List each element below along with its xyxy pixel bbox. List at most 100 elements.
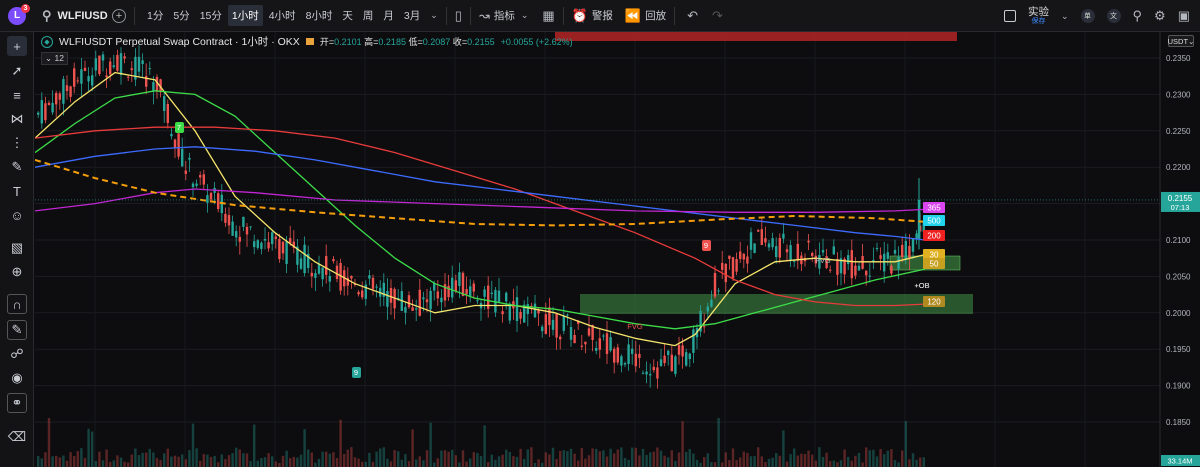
- candle-body: [677, 344, 681, 355]
- currency-selector[interactable]: USDT ⌄: [1168, 35, 1194, 47]
- symbol-search[interactable]: ⚲ WLFIUSD: [42, 8, 108, 24]
- volume-bar: [202, 454, 205, 467]
- quick-search-icon[interactable]: ⚲: [1133, 8, 1143, 24]
- candle-body: [562, 315, 565, 331]
- timeframe-1[interactable]: 5分: [169, 5, 193, 26]
- volume-bar: [389, 461, 393, 467]
- experiment-button[interactable]: 实验 保存: [1028, 7, 1049, 26]
- alert-button[interactable]: ⏰ 警报: [572, 8, 613, 24]
- user-avatar[interactable]: L 3: [8, 3, 30, 25]
- volume-bar: [775, 453, 778, 467]
- crosshair-icon[interactable]: +: [7, 36, 27, 56]
- candle-body: [335, 265, 339, 279]
- zoom-in-icon[interactable]: ⊕: [7, 262, 27, 282]
- trend-line-icon[interactable]: ➚: [7, 61, 27, 81]
- settings-gear-icon[interactable]: ⚙: [1154, 8, 1166, 24]
- volume-bar: [533, 462, 537, 467]
- candle-body: [47, 102, 51, 105]
- single-toggle[interactable]: 单: [1080, 9, 1095, 23]
- snapshot-camera-icon[interactable]: ▣: [1178, 8, 1190, 24]
- price-chart[interactable]: 0.23500.23000.22500.22000.21500.21000.20…: [35, 32, 1200, 467]
- text-toggle[interactable]: 文: [1106, 9, 1121, 23]
- volume-bar: [569, 448, 573, 467]
- horizontal-lines-icon[interactable]: ≡: [7, 85, 27, 105]
- timeframe-0[interactable]: 1分: [143, 5, 167, 26]
- volume-bar: [433, 462, 436, 467]
- link-icon[interactable]: ⚭: [7, 393, 27, 413]
- candle-body: [811, 253, 814, 257]
- timeframe-2[interactable]: 15分: [196, 5, 226, 26]
- timeframe-4[interactable]: 4小时: [265, 5, 300, 26]
- candle-body: [37, 112, 40, 115]
- candle-body: [515, 297, 519, 322]
- volume-bar: [199, 460, 202, 467]
- volume-bar: [512, 456, 515, 467]
- candle-body: [703, 326, 706, 328]
- timeframe-7[interactable]: 周: [359, 5, 378, 26]
- volume-bar: [566, 451, 569, 467]
- ruler-icon[interactable]: ▧: [7, 238, 27, 258]
- volume-bar: [163, 453, 166, 467]
- candle-body: [875, 248, 879, 250]
- volume-bar: [134, 448, 137, 467]
- eye-icon[interactable]: ◉: [7, 368, 27, 388]
- chevron-down-icon[interactable]: ⌄: [521, 10, 529, 21]
- candle-body: [112, 65, 115, 68]
- volume-bar: [393, 450, 396, 467]
- volume-bar: [627, 459, 630, 467]
- volume-bar: [451, 449, 454, 467]
- magnet-icon[interactable]: ∩: [7, 294, 27, 314]
- brush-icon[interactable]: ✎: [7, 157, 27, 177]
- volume-bar: [346, 449, 349, 467]
- add-symbol-button[interactable]: +: [112, 8, 126, 23]
- candle-body: [299, 258, 303, 269]
- chart-area[interactable]: 0.23500.23000.22500.22000.21500.21000.20…: [35, 32, 1200, 467]
- layout-grid-icon[interactable]: ▦: [542, 8, 554, 24]
- lock-drawing-icon[interactable]: ✎: [7, 320, 27, 340]
- trash-icon[interactable]: ⌫: [7, 427, 27, 447]
- candle-body: [173, 139, 177, 149]
- volume-bar: [472, 452, 475, 467]
- candle-body: [645, 371, 648, 375]
- volume-bar: [811, 454, 814, 467]
- indicators-button[interactable]: ↝ 指标: [479, 8, 515, 24]
- candle-body: [731, 257, 735, 279]
- volume-bar: [112, 460, 115, 467]
- timeframe-9[interactable]: 3月: [400, 5, 424, 26]
- volume-bar: [710, 462, 713, 467]
- timeframe-3[interactable]: 1小时: [227, 5, 263, 26]
- fib-retracement-icon[interactable]: ⋮: [7, 133, 27, 153]
- price-tick: 0.2300: [1166, 90, 1191, 99]
- candle-body: [105, 75, 108, 78]
- emoji-icon[interactable]: ☺: [7, 205, 27, 225]
- volume-bar: [713, 462, 717, 467]
- volume-bar: [800, 453, 803, 467]
- volume-bar: [767, 458, 771, 467]
- open-label: 开: [319, 37, 329, 47]
- volume-bar: [620, 447, 623, 467]
- redo-icon[interactable]: ↷: [712, 8, 723, 24]
- layout-checkbox[interactable]: [1003, 10, 1016, 22]
- chevron-down-icon[interactable]: ⌄: [1061, 11, 1069, 22]
- volume-bar: [40, 458, 43, 467]
- candle-body: [199, 175, 202, 178]
- indicator-visibility-toggle[interactable]: ⌄ 12: [41, 52, 68, 65]
- volume-bar: [83, 457, 87, 467]
- volume-bar: [296, 457, 299, 467]
- timeframe-6[interactable]: 天: [338, 5, 357, 26]
- pitchfork-icon[interactable]: ⋈: [7, 109, 27, 129]
- open-value: 0.2101: [334, 37, 362, 47]
- candle-body: [807, 240, 810, 243]
- lock-icon[interactable]: ☍: [7, 344, 27, 364]
- volume-bar: [829, 461, 832, 467]
- price-tick: 0.1850: [1166, 418, 1191, 427]
- volume-bar: [281, 455, 285, 467]
- timeframe-5[interactable]: 8小时: [302, 5, 337, 26]
- replay-button[interactable]: ⏪ 回放: [625, 8, 666, 24]
- text-tool-icon[interactable]: T: [7, 181, 27, 201]
- undo-icon[interactable]: ↶: [687, 8, 698, 24]
- candle-style-icon[interactable]: ▯: [455, 8, 462, 24]
- candle-body: [227, 215, 231, 226]
- timeframe-8[interactable]: 月: [379, 5, 398, 26]
- chevron-down-icon[interactable]: ⌄: [430, 10, 438, 21]
